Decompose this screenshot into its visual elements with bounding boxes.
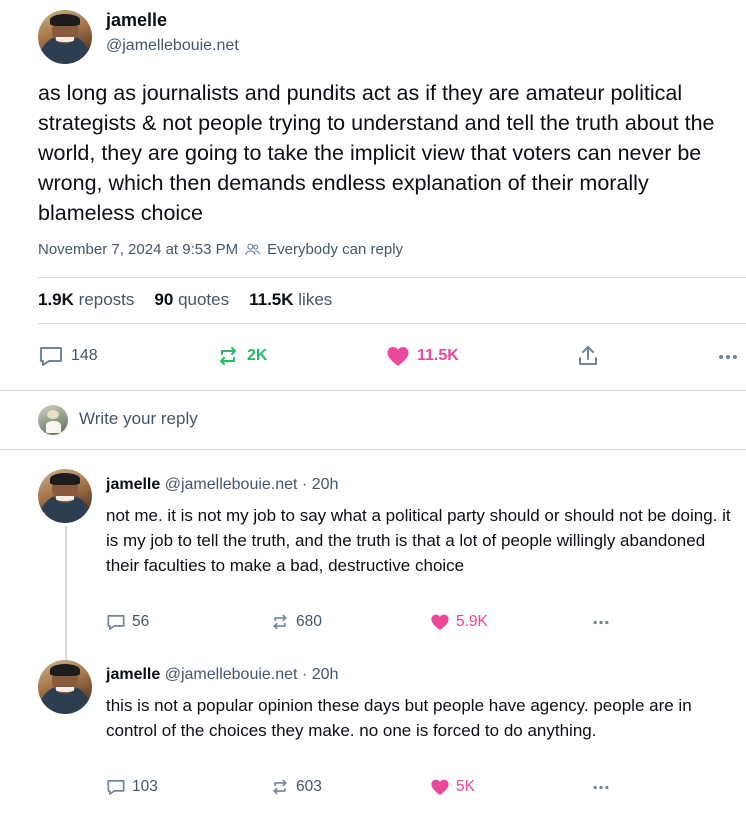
author-name[interactable]: jamelle — [106, 10, 167, 31]
repost-count: 680 — [296, 613, 322, 630]
more-button[interactable] — [718, 354, 738, 360]
reply-age[interactable]: 20h — [312, 476, 339, 493]
repost-icon — [273, 779, 287, 795]
more-icon — [719, 355, 737, 359]
repost-button[interactable]: 680 — [270, 613, 322, 631]
reply-icon — [40, 347, 62, 366]
reply-text: not me. it is not my job to say what a p… — [106, 506, 731, 575]
reply-setting: Everybody can reply — [267, 241, 404, 258]
reply-button[interactable]: 148 — [38, 345, 98, 367]
share-button[interactable] — [576, 344, 600, 368]
more-button[interactable] — [592, 620, 610, 625]
more-button[interactable] — [592, 785, 610, 790]
reply-author-handle[interactable]: @jamellebouie.net — [165, 476, 298, 493]
like-count: 11.5K — [417, 347, 459, 364]
heart-icon — [387, 347, 409, 366]
reply-count: 148 — [71, 347, 98, 364]
reply-header: jamelle @jamellebouie.net · 20h — [106, 476, 339, 493]
like-count: 5.9K — [456, 613, 488, 630]
reply-author-name[interactable]: jamelle — [106, 476, 160, 493]
repost-count: 2K — [247, 347, 268, 364]
reply-input[interactable]: Write your reply — [79, 409, 198, 429]
repost-button[interactable]: 603 — [270, 778, 322, 796]
reply-avatar[interactable] — [38, 660, 92, 714]
reply-button[interactable]: 56 — [106, 613, 149, 631]
divider — [38, 277, 746, 278]
author-avatar[interactable] — [38, 10, 92, 64]
heart-icon — [431, 779, 449, 796]
user-avatar — [38, 405, 68, 435]
reply-avatar[interactable] — [38, 469, 92, 523]
reply-author-name[interactable]: jamelle — [106, 666, 160, 683]
post-timestamp[interactable]: November 7, 2024 at 9:53 PM — [38, 241, 238, 258]
reply-header: jamelle @jamellebouie.net · 20h — [106, 666, 339, 683]
like-button[interactable]: 5.9K — [430, 613, 488, 631]
reply-icon — [107, 780, 125, 795]
thread-line — [65, 526, 67, 661]
share-icon — [579, 346, 597, 365]
reply-count: 56 — [132, 613, 150, 630]
heart-icon — [431, 614, 449, 631]
divider — [38, 323, 746, 324]
more-icon — [593, 785, 609, 790]
likes-stat[interactable]: 11.5K likes — [249, 290, 332, 310]
author-handle[interactable]: @jamellebouie.net — [106, 37, 239, 55]
reposts-stat[interactable]: 1.9K reposts — [38, 290, 134, 310]
reply-text: this is not a popular opinion these days… — [106, 696, 692, 740]
divider — [0, 449, 746, 450]
people-icon — [245, 243, 260, 256]
post-stats: 1.9K reposts 90 quotes 11.5K likes — [38, 290, 332, 310]
reply-author-handle[interactable]: @jamellebouie.net — [165, 666, 298, 683]
divider — [0, 390, 746, 391]
reply-count: 103 — [132, 778, 158, 795]
repost-icon — [273, 614, 287, 630]
more-icon — [593, 620, 609, 625]
reply-age[interactable]: 20h — [312, 666, 339, 683]
repost-icon — [220, 347, 236, 365]
like-button[interactable]: 11.5K — [386, 345, 459, 367]
post-text: as long as journalists and pundits act a… — [38, 81, 715, 225]
post-meta: November 7, 2024 at 9:53 PM Everybody ca… — [38, 241, 403, 258]
quotes-stat[interactable]: 90 quotes — [154, 290, 229, 310]
like-count: 5K — [456, 778, 475, 795]
like-button[interactable]: 5K — [430, 778, 475, 796]
reply-icon — [107, 615, 125, 630]
repost-button[interactable]: 2K — [216, 345, 267, 367]
repost-count: 603 — [296, 778, 322, 795]
reply-button[interactable]: 103 — [106, 778, 158, 796]
